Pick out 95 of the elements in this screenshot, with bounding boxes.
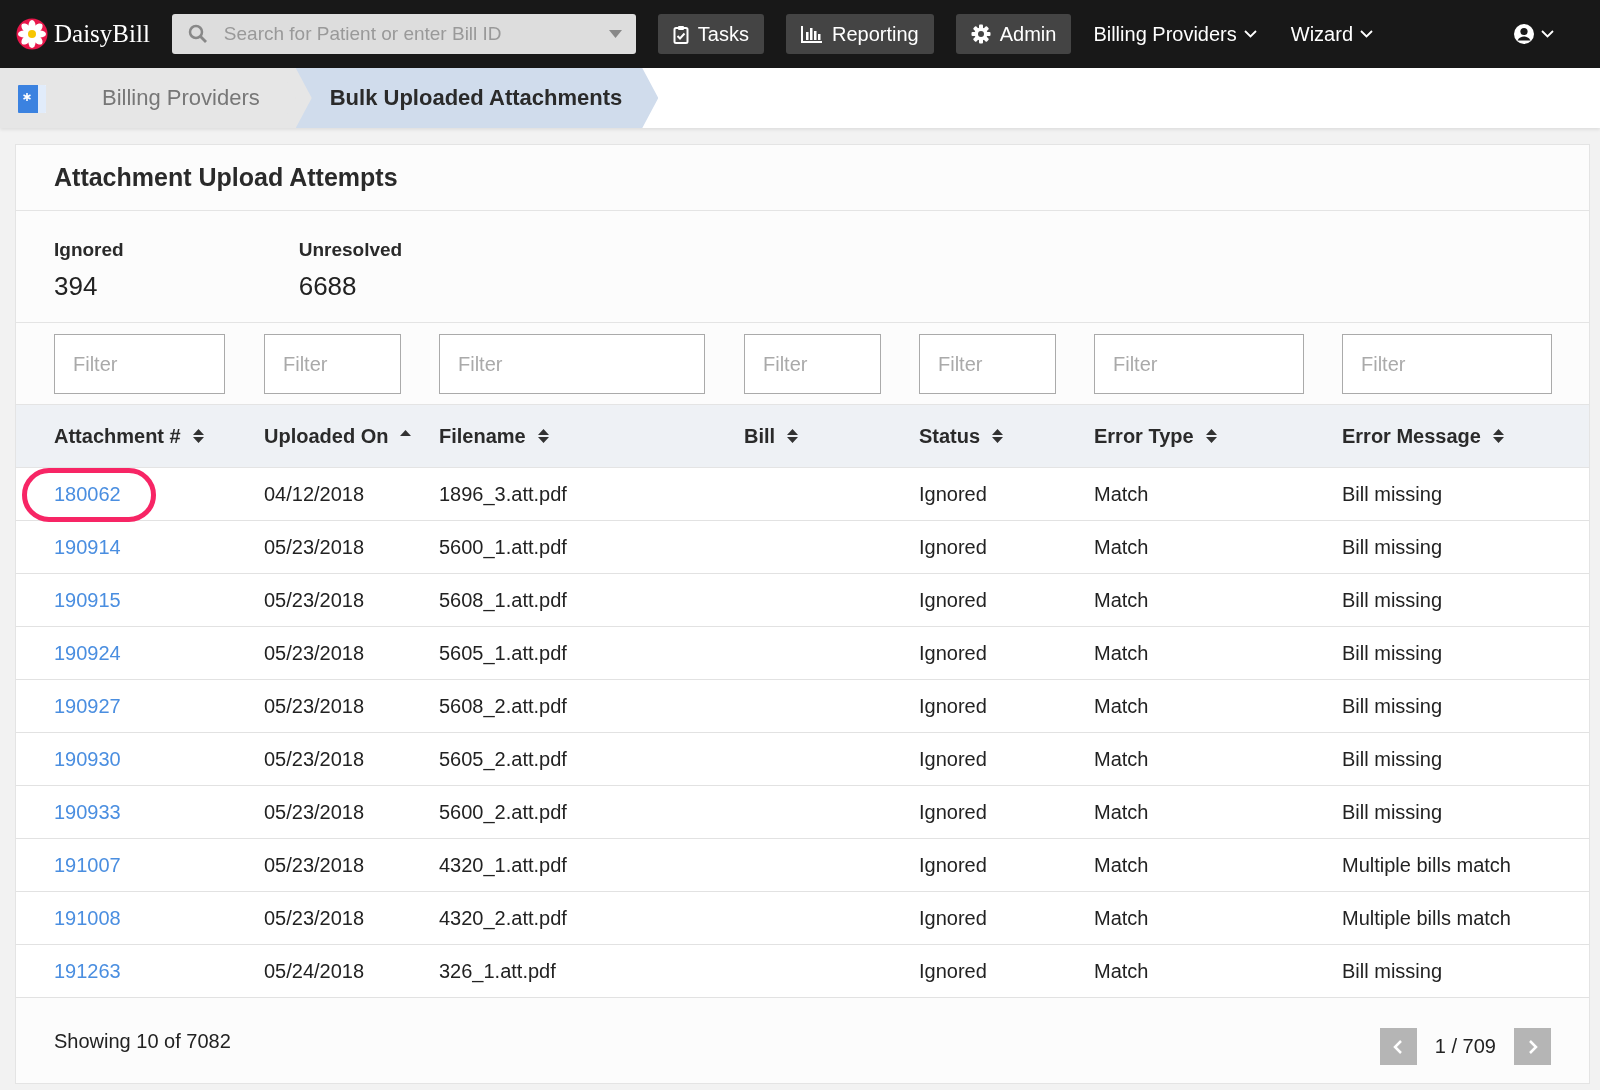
column-header[interactable]: Bill <box>744 424 799 448</box>
table-cell-text: 5600_1.att.pdf <box>439 535 568 559</box>
table-cell-text: 5600_2.att.pdf <box>439 800 568 824</box>
nav-menu-button[interactable]: Wizard <box>1290 22 1373 46</box>
table-cell-text: Bill missing <box>1342 959 1444 983</box>
user-menu-button[interactable] <box>1513 23 1554 45</box>
table-cell-text: 1896_3.att.pdf <box>439 482 568 506</box>
table-cell-text: 05/23/2018 <box>264 800 366 824</box>
table-cell-text: Ignored <box>919 588 988 612</box>
table-cell-text: Ignored <box>919 641 988 665</box>
breadcrumb-link[interactable]: Bulk Uploaded Attachments <box>295 68 659 128</box>
filter-field[interactable]: Filter <box>264 334 401 394</box>
clipboard-icon <box>672 24 689 44</box>
table-cell-text: 04/12/2018 <box>264 482 366 506</box>
table-cell-text: Ignored <box>919 535 988 559</box>
previous-page-button[interactable] <box>1379 1028 1417 1065</box>
table-cell-text: Ignored <box>919 747 988 771</box>
table-cell-text: Multiple bills match <box>1342 906 1512 930</box>
filter-field[interactable]: Filter <box>1094 334 1304 394</box>
table-cell-text: Ignored <box>919 959 988 983</box>
nav-button[interactable]: Tasks <box>657 14 764 54</box>
table-cell-text: Ignored <box>919 906 988 930</box>
table-cell-text: Match <box>1094 535 1150 559</box>
filter-field[interactable]: Filter <box>919 334 1056 394</box>
table-cell-text: Bill missing <box>1342 588 1444 612</box>
table-cell-text: Bill missing <box>1342 800 1444 824</box>
table-cell-text: Bill missing <box>1342 747 1444 771</box>
table-cell-text: 05/23/2018 <box>264 853 366 877</box>
table-cell-text: Bill missing <box>1342 641 1444 665</box>
daisy-logo-icon <box>16 18 48 50</box>
table-cell-text: 4320_1.att.pdf <box>439 853 568 877</box>
table-cell-text: 05/23/2018 <box>264 535 366 559</box>
table-cell-text: 05/23/2018 <box>264 588 366 612</box>
table-cell-text: Ignored <box>919 482 988 506</box>
next-page-button[interactable] <box>1514 1028 1551 1065</box>
table-cell-text: 05/24/2018 <box>264 959 366 983</box>
stat-value: 394 <box>54 271 99 302</box>
table-cell-text: 05/23/2018 <box>264 747 366 771</box>
table-cell-text: Bill missing <box>1342 482 1444 506</box>
table-cell-text: Match <box>1094 694 1150 718</box>
filter-field[interactable]: Filter <box>439 334 705 394</box>
table-cell-text: Multiple bills match <box>1342 853 1512 877</box>
chevron-left-icon <box>1393 1038 1404 1055</box>
table-cell-text: Match <box>1094 906 1150 930</box>
stat-label: Ignored <box>54 239 124 261</box>
table-cell-text: Ignored <box>919 694 988 718</box>
table-cell-text: Bill missing <box>1342 535 1444 559</box>
search-field[interactable]: Search for Patient or enter Bill ID <box>171 14 636 54</box>
table-cell-text: Match <box>1094 800 1150 824</box>
chevron-down-icon <box>1541 30 1554 38</box>
table-cell-text: 05/23/2018 <box>264 694 366 718</box>
column-header[interactable]: Filename <box>439 424 549 448</box>
nav-button[interactable]: Reporting <box>785 14 934 54</box>
table-cell-text: 5605_1.att.pdf <box>439 641 568 665</box>
stat-label: Unresolved <box>298 239 403 261</box>
table-cell-text: Match <box>1094 588 1150 612</box>
filter-field[interactable]: Filter <box>1342 334 1552 394</box>
column-header[interactable]: Error Message <box>1342 424 1504 448</box>
column-header[interactable]: Error Type <box>1094 424 1217 448</box>
column-header[interactable]: Attachment # <box>54 424 204 448</box>
nav-menu-button[interactable]: Billing Providers <box>1093 22 1257 46</box>
table-cell-text: Ignored <box>919 800 988 824</box>
table-cell-text: 326_1.att.pdf <box>439 959 557 983</box>
table-cell-text: 05/23/2018 <box>264 641 366 665</box>
stat-value: 6688 <box>298 271 358 302</box>
table-cell-text: 5605_2.att.pdf <box>439 747 568 771</box>
table-cell-text: 4320_2.att.pdf <box>439 906 568 930</box>
filter-field[interactable]: Filter <box>744 334 881 394</box>
chevron-down-icon <box>1360 30 1373 38</box>
page-indicator: 1 / 709 <box>1434 1035 1496 1058</box>
column-header[interactable]: Status <box>919 424 1004 448</box>
user-avatar-icon <box>1513 23 1535 45</box>
table-cell-text: Match <box>1094 853 1150 877</box>
table-cell-text: 5608_2.att.pdf <box>439 694 568 718</box>
chevron-right-icon <box>1527 1038 1538 1055</box>
dropdown-caret-icon <box>608 30 622 38</box>
table-cell-text: Match <box>1094 482 1150 506</box>
result-count: Showing 10 of 7082 <box>54 1030 231 1053</box>
table-cell-text: Match <box>1094 747 1150 771</box>
column-header[interactable]: Uploaded On <box>264 424 412 448</box>
card-title: Attachment Upload Attempts <box>16 145 1589 211</box>
filter-field[interactable]: Filter <box>54 334 225 394</box>
bar-chart-icon <box>800 25 823 43</box>
chevron-down-icon <box>1243 30 1257 38</box>
document-logo-icon <box>18 83 48 113</box>
table-cell-text: Match <box>1094 641 1150 665</box>
search-icon <box>187 24 208 44</box>
gear-icon <box>970 24 991 44</box>
brand-name: DaisyBill <box>54 20 150 48</box>
table-cell-text: Ignored <box>919 853 988 877</box>
table-cell-text: Bill missing <box>1342 694 1444 718</box>
nav-button[interactable]: Admin <box>955 14 1072 54</box>
table-cell-text: 5608_1.att.pdf <box>439 588 568 612</box>
table-cell-text: 05/23/2018 <box>264 906 366 930</box>
table-cell-text: Match <box>1094 959 1150 983</box>
